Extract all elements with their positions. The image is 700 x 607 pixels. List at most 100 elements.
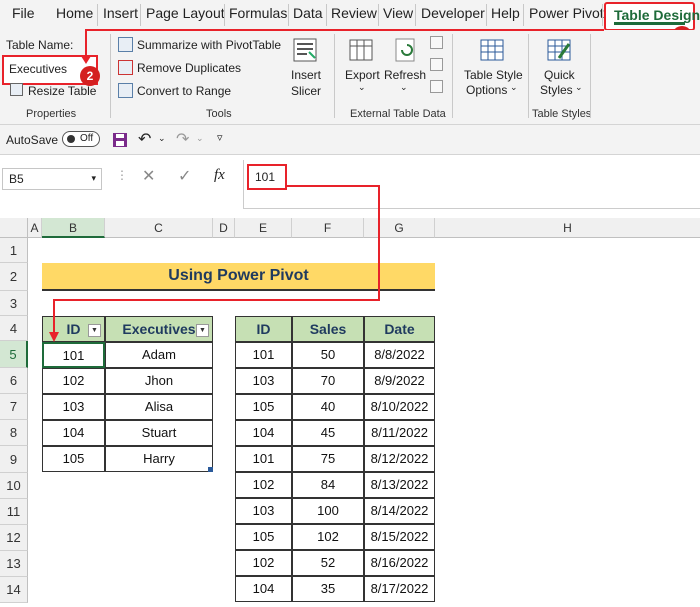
table2-cell[interactable]: 45 (292, 420, 364, 446)
refresh-button[interactable]: Refresh (384, 68, 426, 82)
table2-cell[interactable]: 8/13/2022 (364, 472, 435, 498)
table2-cell[interactable]: 104 (235, 576, 292, 602)
table1-cell[interactable]: Stuart (105, 420, 213, 446)
column-header[interactable]: H (435, 218, 700, 238)
name-box[interactable]: B5 ▾ (2, 168, 102, 190)
table2-cell[interactable]: 102 (235, 550, 292, 576)
select-all-corner[interactable] (0, 218, 28, 238)
table2-cell[interactable]: 102 (235, 472, 292, 498)
table2-cell[interactable]: 8/10/2022 (364, 394, 435, 420)
tab-help[interactable]: Help (491, 5, 520, 21)
table2-cell[interactable]: 8/14/2022 (364, 498, 435, 524)
open-in-browser-icon[interactable] (430, 58, 443, 71)
table-style-options-line2[interactable]: Options (466, 83, 507, 97)
row-header[interactable]: 12 (0, 525, 28, 551)
table1-cell[interactable]: 105 (42, 446, 105, 472)
column-header[interactable]: D (213, 218, 235, 238)
redo-icon[interactable]: ↷ (176, 129, 189, 149)
table2-cell[interactable]: 8/17/2022 (364, 576, 435, 602)
table2-cell[interactable]: 101 (235, 342, 292, 368)
table2-cell[interactable]: 104 (235, 420, 292, 446)
table1-cell[interactable]: 103 (42, 394, 105, 420)
table1-cell[interactable]: Adam (105, 342, 213, 368)
row-header[interactable]: 6 (0, 368, 28, 394)
column-header[interactable]: E (235, 218, 292, 238)
export-button[interactable]: Export (345, 68, 380, 82)
tab-power-pivot[interactable]: Power Pivot (529, 5, 604, 21)
row-header[interactable]: 1 (0, 238, 28, 263)
table2-cell[interactable]: 70 (292, 368, 364, 394)
tab-home[interactable]: Home (56, 5, 93, 21)
table2-cell[interactable]: 103 (235, 368, 292, 394)
tab-insert[interactable]: Insert (103, 5, 138, 21)
tab-review[interactable]: Review (331, 5, 377, 21)
tab-view[interactable]: View (383, 5, 413, 21)
insert-slicer-button-line2[interactable]: Slicer (291, 84, 321, 98)
convert-to-range-button[interactable]: Convert to Range (137, 84, 231, 98)
undo-icon[interactable]: ↶ (138, 129, 151, 149)
tab-file[interactable]: File (12, 5, 35, 21)
row-header[interactable]: 4 (0, 316, 28, 341)
table2-cell[interactable]: 40 (292, 394, 364, 420)
table2-cell[interactable]: 8/15/2022 (364, 524, 435, 550)
cancel-icon[interactable]: ✕ (142, 166, 155, 186)
properties-icon[interactable] (430, 36, 443, 49)
table2-cell[interactable]: 84 (292, 472, 364, 498)
filter-dropdown-icon[interactable]: ▼ (196, 324, 209, 337)
customize-qat-icon[interactable]: ▿ (217, 131, 223, 144)
summarize-pivottable-button[interactable]: Summarize with PivotTable (137, 38, 281, 52)
tab-developer[interactable]: Developer (421, 5, 485, 21)
save-icon[interactable] (112, 132, 128, 148)
row-header[interactable]: 2 (0, 263, 28, 291)
quick-styles-line2[interactable]: Styles (540, 83, 573, 97)
row-header[interactable]: 9 (0, 446, 28, 473)
table2-cell[interactable]: 8/9/2022 (364, 368, 435, 394)
row-header[interactable]: 8 (0, 420, 28, 446)
table1-cell[interactable]: 102 (42, 368, 105, 394)
quick-styles-button[interactable]: Quick (544, 68, 575, 82)
column-header[interactable]: F (292, 218, 364, 238)
table2-cell[interactable]: 8/16/2022 (364, 550, 435, 576)
row-header[interactable]: 13 (0, 551, 28, 577)
filter-dropdown-icon[interactable]: ▼ (88, 324, 101, 337)
row-header[interactable]: 14 (0, 577, 28, 603)
table2-cell[interactable]: 100 (292, 498, 364, 524)
formula-input[interactable]: 101 (247, 164, 287, 190)
row-header[interactable]: 10 (0, 473, 28, 499)
table2-cell[interactable]: 52 (292, 550, 364, 576)
row-header[interactable]: 5 (0, 341, 28, 368)
table1-cell[interactable]: Alisa (105, 394, 213, 420)
unlink-icon[interactable] (430, 80, 443, 93)
name-box-dropdown-icon[interactable]: ▾ (91, 173, 96, 184)
table1-cell[interactable]: 101 (42, 342, 105, 368)
row-header[interactable]: 11 (0, 499, 28, 525)
table2-cell[interactable]: 103 (235, 498, 292, 524)
insert-function-icon[interactable]: fx (214, 167, 225, 184)
table1-cell[interactable]: Jhon (105, 368, 213, 394)
tab-page-layout[interactable]: Page Layout (146, 5, 225, 21)
table2-cell[interactable]: 8/8/2022 (364, 342, 435, 368)
redo-chevron-icon[interactable]: ⌄ (196, 133, 204, 144)
table2-cell[interactable]: 105 (235, 524, 292, 550)
table1-cell[interactable]: 104 (42, 420, 105, 446)
table1-cell[interactable]: Harry (105, 446, 213, 472)
column-header[interactable]: C (105, 218, 213, 238)
column-header[interactable]: B (42, 218, 105, 238)
table2-cell[interactable]: 50 (292, 342, 364, 368)
table2-cell[interactable]: 101 (235, 446, 292, 472)
table2-cell[interactable]: 105 (235, 394, 292, 420)
table2-cell[interactable]: 102 (292, 524, 364, 550)
column-header[interactable]: G (364, 218, 435, 238)
row-header[interactable]: 7 (0, 394, 28, 420)
resize-table-button[interactable]: Resize Table (28, 84, 96, 98)
table2-cell[interactable]: 75 (292, 446, 364, 472)
column-header[interactable]: A (28, 218, 42, 238)
remove-duplicates-button[interactable]: Remove Duplicates (137, 61, 241, 75)
autosave-toggle[interactable]: Off (62, 131, 100, 147)
table2-cell[interactable]: 35 (292, 576, 364, 602)
table-resize-handle[interactable] (208, 467, 213, 472)
enter-icon[interactable]: ✓ (178, 166, 191, 186)
table2-cell[interactable]: 8/12/2022 (364, 446, 435, 472)
insert-slicer-button[interactable]: Insert (291, 68, 321, 82)
undo-chevron-icon[interactable]: ⌄ (158, 133, 166, 144)
